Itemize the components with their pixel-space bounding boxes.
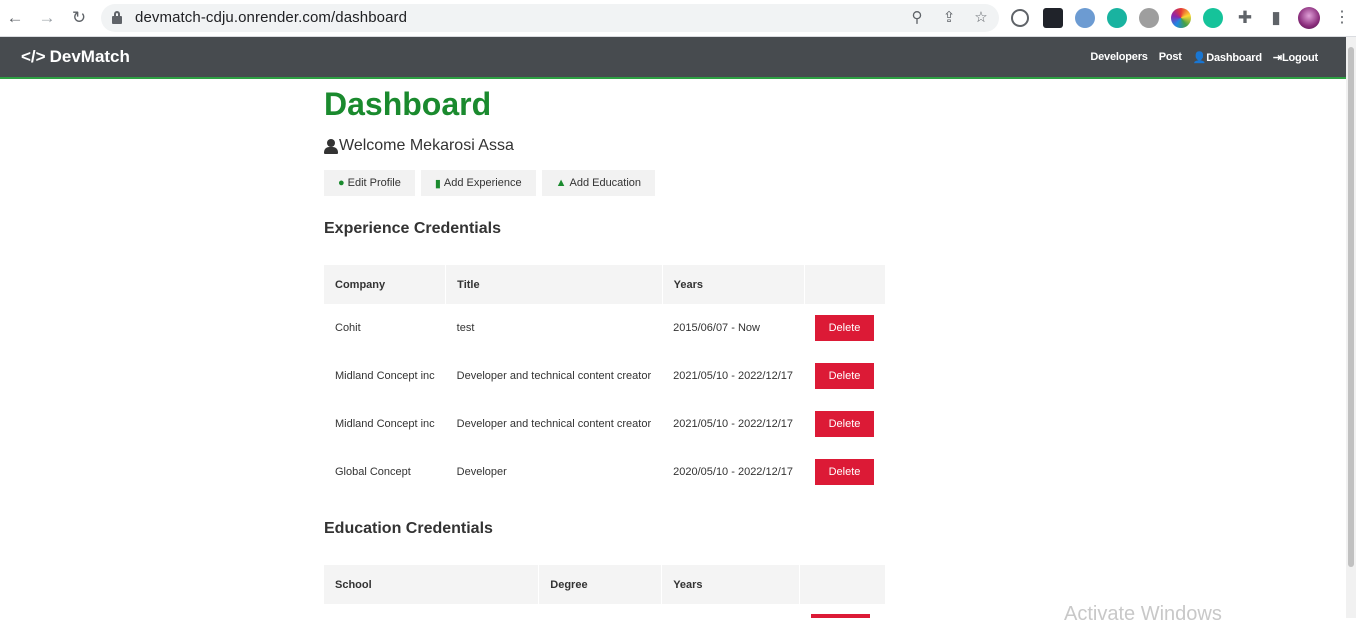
years-cell: 2021/05/10 - 2022/12/17 xyxy=(673,370,794,382)
extension-icon[interactable] xyxy=(1139,8,1159,28)
table-row: Global Concept Developer 2020/05/10 - 20… xyxy=(324,448,885,496)
column-header xyxy=(804,265,886,304)
add-education-button[interactable]: ▲ Add Education xyxy=(541,170,656,196)
column-header: School xyxy=(324,565,540,604)
title-cell: Developer xyxy=(456,466,507,478)
color-picker-icon[interactable] xyxy=(1171,8,1191,28)
column-header xyxy=(799,565,886,604)
years-cell: 2020/05/10 - 2022/12/17 xyxy=(673,466,794,478)
menu-dots-icon[interactable]: ⋮ xyxy=(1334,8,1350,28)
extension-icon[interactable] xyxy=(1107,8,1127,28)
page-scrollbar[interactable] xyxy=(1346,37,1356,618)
grammarly-icon[interactable] xyxy=(1203,8,1223,28)
nav-post[interactable]: Post xyxy=(1159,51,1182,64)
title-cell: Developer and technical content creator xyxy=(456,370,652,382)
puzzle-icon[interactable]: ✚ xyxy=(1235,8,1255,28)
add-experience-label: Add Experience xyxy=(443,177,522,189)
extension-icon[interactable] xyxy=(1075,8,1095,28)
bookmark-star-icon[interactable]: ☆ xyxy=(971,8,991,28)
extension-icon[interactable] xyxy=(1011,9,1029,27)
experience-heading: Experience Credentials xyxy=(324,220,501,237)
title-cell: Developer and technical content creator xyxy=(456,418,652,430)
app-navbar: </> DevMatch Developers Post 👤Dashboard ⇥… xyxy=(0,37,1346,79)
nav-dashboard[interactable]: 👤Dashboard xyxy=(1193,51,1262,64)
column-header: Company xyxy=(324,265,447,304)
table-header-row: Company Title Years xyxy=(324,265,886,304)
welcome-message: Welcome Mekarosi Assa xyxy=(324,137,514,155)
activate-windows-watermark: Activate Windows xyxy=(1064,603,1222,625)
action-cell: Delete xyxy=(804,400,885,448)
user-circle-icon: ● xyxy=(338,177,345,189)
title-cell: test xyxy=(456,322,475,334)
experience-table: Company Title Years Cohit test 2015/06/0… xyxy=(324,265,886,496)
zoom-icon[interactable]: ⚲ xyxy=(907,8,927,28)
side-panel-icon[interactable]: ▮ xyxy=(1266,8,1286,28)
dashboard-actions: ● Edit Profile ▮ Add Experience ▲ Add Ed… xyxy=(324,170,656,196)
graduation-cap-icon: ▲ xyxy=(555,177,567,189)
edit-profile-button[interactable]: ● Edit Profile xyxy=(324,170,415,196)
address-bar[interactable]: devmatch-cdju.onrender.com/dashboard ⚲ ⇪… xyxy=(101,4,999,32)
edit-profile-label: Edit Profile xyxy=(347,177,401,189)
action-cell: Delete xyxy=(804,304,885,352)
logout-icon: ⇥ xyxy=(1272,52,1282,64)
react-devtools-icon[interactable] xyxy=(1043,8,1063,28)
forward-icon[interactable]: → xyxy=(37,8,57,28)
years-cell: 2015/06/07 - Now xyxy=(673,322,760,334)
company-cell: Midland Concept inc xyxy=(335,370,435,382)
column-header: Years xyxy=(662,265,805,304)
share-icon[interactable]: ⇪ xyxy=(939,8,959,28)
nav-links: Developers Post 👤Dashboard ⇥Logout xyxy=(1090,51,1318,64)
scrollbar-thumb[interactable] xyxy=(1348,47,1354,567)
table-row: Midland Concept inc Developer and techni… xyxy=(324,352,885,400)
delete-button[interactable]: Delete xyxy=(815,363,875,389)
nav-dashboard-label: Dashboard xyxy=(1206,52,1262,64)
delete-button[interactable]: Delete xyxy=(815,411,875,437)
back-icon[interactable]: ← xyxy=(5,8,25,28)
user-icon: 👤 xyxy=(1192,52,1207,64)
lock-icon[interactable] xyxy=(112,11,122,24)
brand-name: DevMatch xyxy=(49,47,130,66)
user-icon xyxy=(324,138,338,154)
action-cell: Delete xyxy=(804,448,885,496)
add-education-label: Add Education xyxy=(569,177,642,189)
browser-toolbar: ← → ↻ devmatch-cdju.onrender.com/dashboa… xyxy=(0,0,1356,37)
delete-button[interactable]: Delete xyxy=(815,315,875,341)
delete-button[interactable] xyxy=(811,614,870,618)
welcome-text: Welcome Mekarosi Assa xyxy=(339,137,514,154)
page-title: Dashboard xyxy=(324,86,492,122)
code-icon: </> xyxy=(21,47,46,66)
company-cell: Global Concept xyxy=(335,466,411,478)
column-header: Years xyxy=(661,565,801,604)
company-cell: Cohit xyxy=(335,322,361,334)
years-cell: 2021/05/10 - 2022/12/17 xyxy=(673,418,794,430)
delete-button[interactable]: Delete xyxy=(815,459,875,485)
action-cell: Delete xyxy=(804,352,885,400)
reload-icon[interactable]: ↻ xyxy=(69,8,89,28)
nav-logout-label: Logout xyxy=(1281,52,1318,64)
brand-logo[interactable]: </> DevMatch xyxy=(21,47,130,67)
profile-avatar[interactable] xyxy=(1298,7,1320,29)
url-text[interactable]: devmatch-cdju.onrender.com/dashboard xyxy=(135,9,407,26)
education-table: School Degree Years xyxy=(324,565,886,604)
table-row: Cohit test 2015/06/07 - Now Delete xyxy=(324,304,885,352)
education-heading: Education Credentials xyxy=(324,520,493,537)
column-header: Degree xyxy=(538,565,663,604)
company-cell: Midland Concept inc xyxy=(335,418,435,430)
add-experience-button[interactable]: ▮ Add Experience xyxy=(420,170,536,196)
table-row: Midland Concept inc Developer and techni… xyxy=(324,400,885,448)
column-header: Title xyxy=(445,265,663,304)
nav-logout[interactable]: ⇥Logout xyxy=(1273,51,1318,64)
nav-developers[interactable]: Developers xyxy=(1090,51,1148,64)
table-header-row: School Degree Years xyxy=(324,565,886,604)
id-badge-icon: ▮ xyxy=(434,177,441,190)
